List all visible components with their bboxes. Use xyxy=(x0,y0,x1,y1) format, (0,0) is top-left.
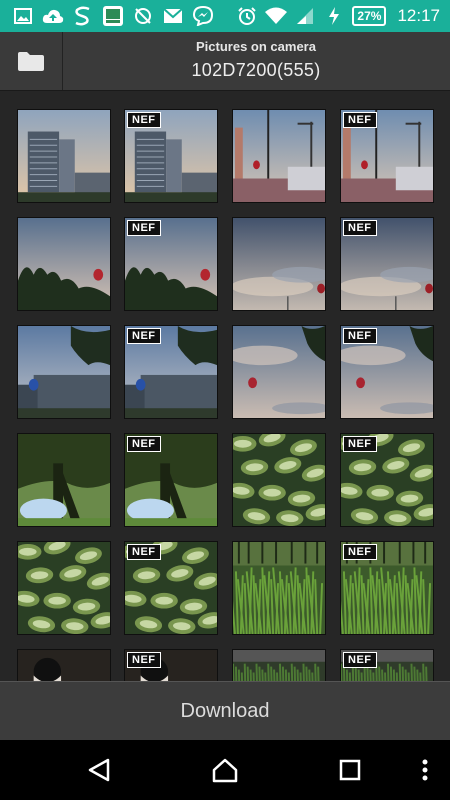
nef-badge: NEF xyxy=(127,328,161,344)
photo-thumbnail[interactable]: NEF xyxy=(340,325,434,419)
download-button[interactable]: Download xyxy=(175,699,276,724)
photo-thumbnail[interactable]: NEF xyxy=(124,541,218,635)
photo-preview xyxy=(233,434,325,526)
nef-badge: NEF xyxy=(343,544,377,560)
photo-thumbnail[interactable]: NEF xyxy=(340,109,434,203)
photo-preview xyxy=(18,542,110,634)
photo-thumbnail[interactable]: NEF xyxy=(124,433,218,527)
photo-preview xyxy=(233,326,325,418)
sync-off-icon xyxy=(132,5,154,27)
nav-bar xyxy=(0,740,450,800)
photo-thumbnail[interactable]: NEF xyxy=(340,433,434,527)
system-status: 27% 12:17 xyxy=(236,5,450,27)
photo-preview xyxy=(233,650,325,681)
home-button[interactable] xyxy=(205,752,245,788)
nef-badge: NEF xyxy=(343,328,377,344)
cloud-upload-icon xyxy=(42,5,64,27)
header-subtitle: Pictures on camera xyxy=(196,39,316,54)
recents-icon xyxy=(339,759,361,781)
image-icon xyxy=(12,5,34,27)
wifi-icon xyxy=(265,5,288,27)
photo-thumbnail[interactable] xyxy=(232,541,326,635)
photo-preview xyxy=(18,650,110,681)
photo-thumbnail[interactable] xyxy=(17,649,111,681)
photo-preview xyxy=(18,434,110,526)
photo-thumbnail[interactable]: NEF xyxy=(340,541,434,635)
gmail-icon xyxy=(162,5,184,27)
photo-preview xyxy=(233,542,325,634)
back-icon xyxy=(88,758,110,782)
nef-badge: NEF xyxy=(343,112,377,128)
folder-button[interactable] xyxy=(0,32,63,90)
nikon-app-icon xyxy=(102,5,124,27)
nef-badge: NEF xyxy=(127,544,161,560)
charging-icon xyxy=(323,5,345,27)
back-button[interactable] xyxy=(80,752,120,788)
photo-thumbnail[interactable]: NEF xyxy=(124,649,218,681)
photo-preview xyxy=(18,110,110,202)
battery-indicator: 27% xyxy=(352,6,387,26)
nef-badge: NEF xyxy=(127,436,161,452)
nef-badge: NEF xyxy=(343,652,377,668)
photo-thumbnail[interactable]: NEF xyxy=(124,325,218,419)
photo-thumbnail[interactable] xyxy=(232,325,326,419)
nef-badge: NEF xyxy=(343,436,377,452)
messenger-icon xyxy=(192,5,214,27)
photo-thumbnail[interactable] xyxy=(232,217,326,311)
home-icon xyxy=(212,758,238,783)
photo-thumbnail[interactable]: NEF xyxy=(340,217,434,311)
menu-button[interactable] xyxy=(405,752,445,788)
photo-thumbnail[interactable] xyxy=(232,433,326,527)
photo-thumbnail[interactable] xyxy=(17,541,111,635)
photo-preview xyxy=(18,326,110,418)
photo-thumbnail[interactable] xyxy=(17,325,111,419)
photo-thumbnail[interactable] xyxy=(17,433,111,527)
signal-icon xyxy=(294,5,316,27)
status-bar: 27% 12:17 xyxy=(0,0,450,32)
notification-icons xyxy=(0,5,214,27)
download-bar: Download xyxy=(0,681,450,740)
photo-thumbnail[interactable] xyxy=(17,109,111,203)
photo-thumbnail[interactable] xyxy=(17,217,111,311)
photo-thumbnail[interactable] xyxy=(232,649,326,681)
header-title: 102D7200(555) xyxy=(191,60,321,80)
clock: 12:17 xyxy=(397,6,440,25)
menu-icon xyxy=(422,759,428,781)
photo-thumbnail[interactable]: NEF xyxy=(124,217,218,311)
photo-thumbnail[interactable]: NEF xyxy=(340,649,434,681)
nef-badge: NEF xyxy=(127,112,161,128)
photo-preview xyxy=(233,110,325,202)
nef-badge: NEF xyxy=(127,220,161,236)
header-titles: Pictures on camera 102D7200(555) xyxy=(62,32,450,90)
thumbnail-grid[interactable]: NEF NEF NEF NEF NEF NEF NEF NEF NEF NEF … xyxy=(0,91,450,681)
alarm-icon xyxy=(236,5,258,27)
recents-button[interactable] xyxy=(330,752,370,788)
nef-badge: NEF xyxy=(127,652,161,668)
folder-icon xyxy=(18,52,44,71)
nef-badge: NEF xyxy=(343,220,377,236)
header: Pictures on camera 102D7200(555) xyxy=(0,32,450,91)
photo-preview xyxy=(18,218,110,310)
photo-preview xyxy=(233,218,325,310)
photo-thumbnail[interactable] xyxy=(232,109,326,203)
photo-thumbnail[interactable]: NEF xyxy=(124,109,218,203)
s-app-icon xyxy=(72,5,94,27)
